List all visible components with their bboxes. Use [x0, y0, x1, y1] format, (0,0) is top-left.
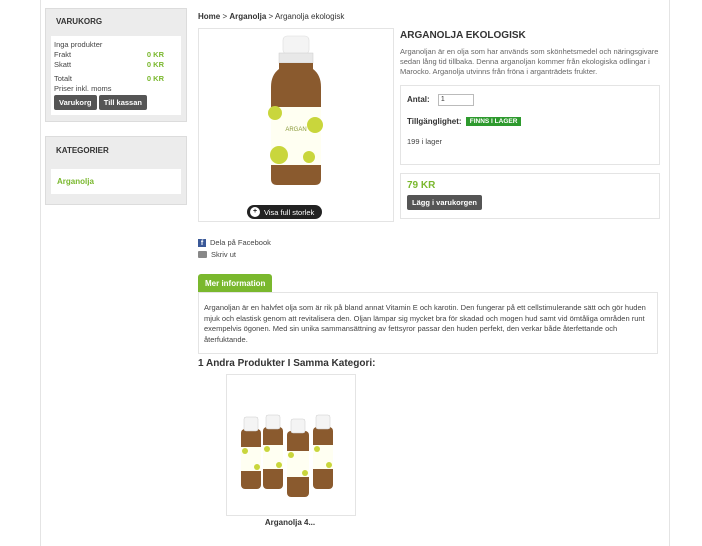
cart-block: VARUKORG Inga produkter Frakt 0 KR Skatt…: [45, 8, 187, 122]
categories-list: Arganolja: [51, 169, 181, 194]
breadcrumb-category[interactable]: Arganolja: [229, 12, 266, 21]
cart-row-value: 0 KR: [146, 50, 164, 59]
cart-button[interactable]: Varukorg: [54, 95, 97, 110]
product-image[interactable]: ARGAN: [199, 29, 393, 199]
purchase-options-panel: Antal: 1 Tillgänglighet: FINNS I LAGER 1…: [400, 85, 660, 165]
related-product-image[interactable]: [226, 374, 356, 516]
availability-badge: FINNS I LAGER: [465, 117, 522, 127]
sidebar: VARUKORG Inga produkter Frakt 0 KR Skatt…: [45, 8, 187, 213]
cart-row-label: Frakt: [54, 50, 72, 59]
price-panel: 79 KR Lägg i varukorgen: [400, 173, 660, 219]
print-label: Skriv ut: [211, 250, 237, 259]
cart-empty-text: Inga produkter: [54, 40, 103, 49]
breadcrumb-separator: >: [222, 12, 228, 21]
related-product-name[interactable]: Arganolja 4...: [226, 518, 354, 527]
categories-block: KATEGORIER Arganolja: [45, 136, 187, 205]
stock-count: 199 i lager: [407, 137, 443, 147]
categories-title: KATEGORIER: [56, 146, 109, 155]
facebook-share-link[interactable]: f Dela på Facebook: [198, 238, 271, 247]
cart-row-value: 0 KR: [146, 60, 164, 69]
availability-label: Tillgänglighet:: [407, 117, 462, 126]
quantity-input[interactable]: 1: [437, 94, 474, 106]
product-price: 79 KR: [407, 180, 436, 191]
cart-row-tax: Skatt 0 KR: [54, 60, 178, 70]
breadcrumb: Home > Arganolja > Arganolja ekologisk: [196, 6, 662, 27]
share-links: f Dela på Facebook Skriv ut: [198, 238, 271, 262]
bottle-label: ARGAN: [285, 127, 306, 133]
product-info: ARGANOLJA EKOLOGISK Arganoljan är en olj…: [400, 28, 660, 219]
category-link-arganolja[interactable]: Arganolja: [51, 169, 181, 194]
zoom-icon: +: [250, 207, 260, 217]
add-to-cart-button[interactable]: Lägg i varukorgen: [407, 195, 483, 210]
cart-row-label: Skatt: [54, 60, 72, 69]
tab-more-info[interactable]: Mer information: [198, 274, 273, 293]
price-note: Priser inkl. moms: [54, 84, 112, 93]
checkout-button[interactable]: Till kassan: [98, 95, 147, 110]
tab-content-more-info: Arganoljan är en halvfet olja som är rik…: [198, 292, 658, 354]
cart-row-value: 0 KR: [146, 74, 164, 83]
main-content: Home > Arganolja > Arganolja ekologisk A…: [196, 6, 662, 527]
breadcrumb-current: Arganolja ekologisk: [274, 12, 345, 21]
breadcrumb-home[interactable]: Home: [198, 12, 220, 21]
availability-row: Tillgänglighet: FINNS I LAGER: [407, 117, 653, 127]
cart-summary: Inga produkter Frakt 0 KR Skatt 0 KR Tot…: [51, 36, 181, 115]
facebook-share-label: Dela på Facebook: [210, 238, 271, 247]
product-image-box[interactable]: ARGAN + Visa full storlek: [198, 28, 394, 222]
related-products-title: 1 Andra Produkter I Samma Kategori:: [198, 358, 376, 369]
cart-row-total: Totalt 0 KR: [54, 74, 178, 84]
cart-row-shipping: Frakt 0 KR: [54, 50, 178, 60]
print-link[interactable]: Skriv ut: [198, 250, 271, 259]
view-full-size-label: Visa full storlek: [264, 207, 315, 217]
quantity-row: Antal: 1: [407, 94, 653, 106]
product-short-description: Arganoljan är en olja som har används so…: [400, 47, 659, 76]
quantity-label: Antal:: [407, 95, 430, 105]
product-title: ARGANOLJA EKOLOGISK: [400, 30, 526, 41]
cart-title[interactable]: VARUKORG: [46, 9, 186, 32]
related-product-photo[interactable]: [227, 375, 355, 515]
view-full-size-button[interactable]: + Visa full storlek: [247, 205, 323, 219]
cart-row-label: Totalt: [54, 74, 72, 83]
facebook-icon: f: [198, 238, 206, 247]
breadcrumb-separator: >: [268, 12, 274, 21]
printer-icon: [198, 251, 207, 258]
